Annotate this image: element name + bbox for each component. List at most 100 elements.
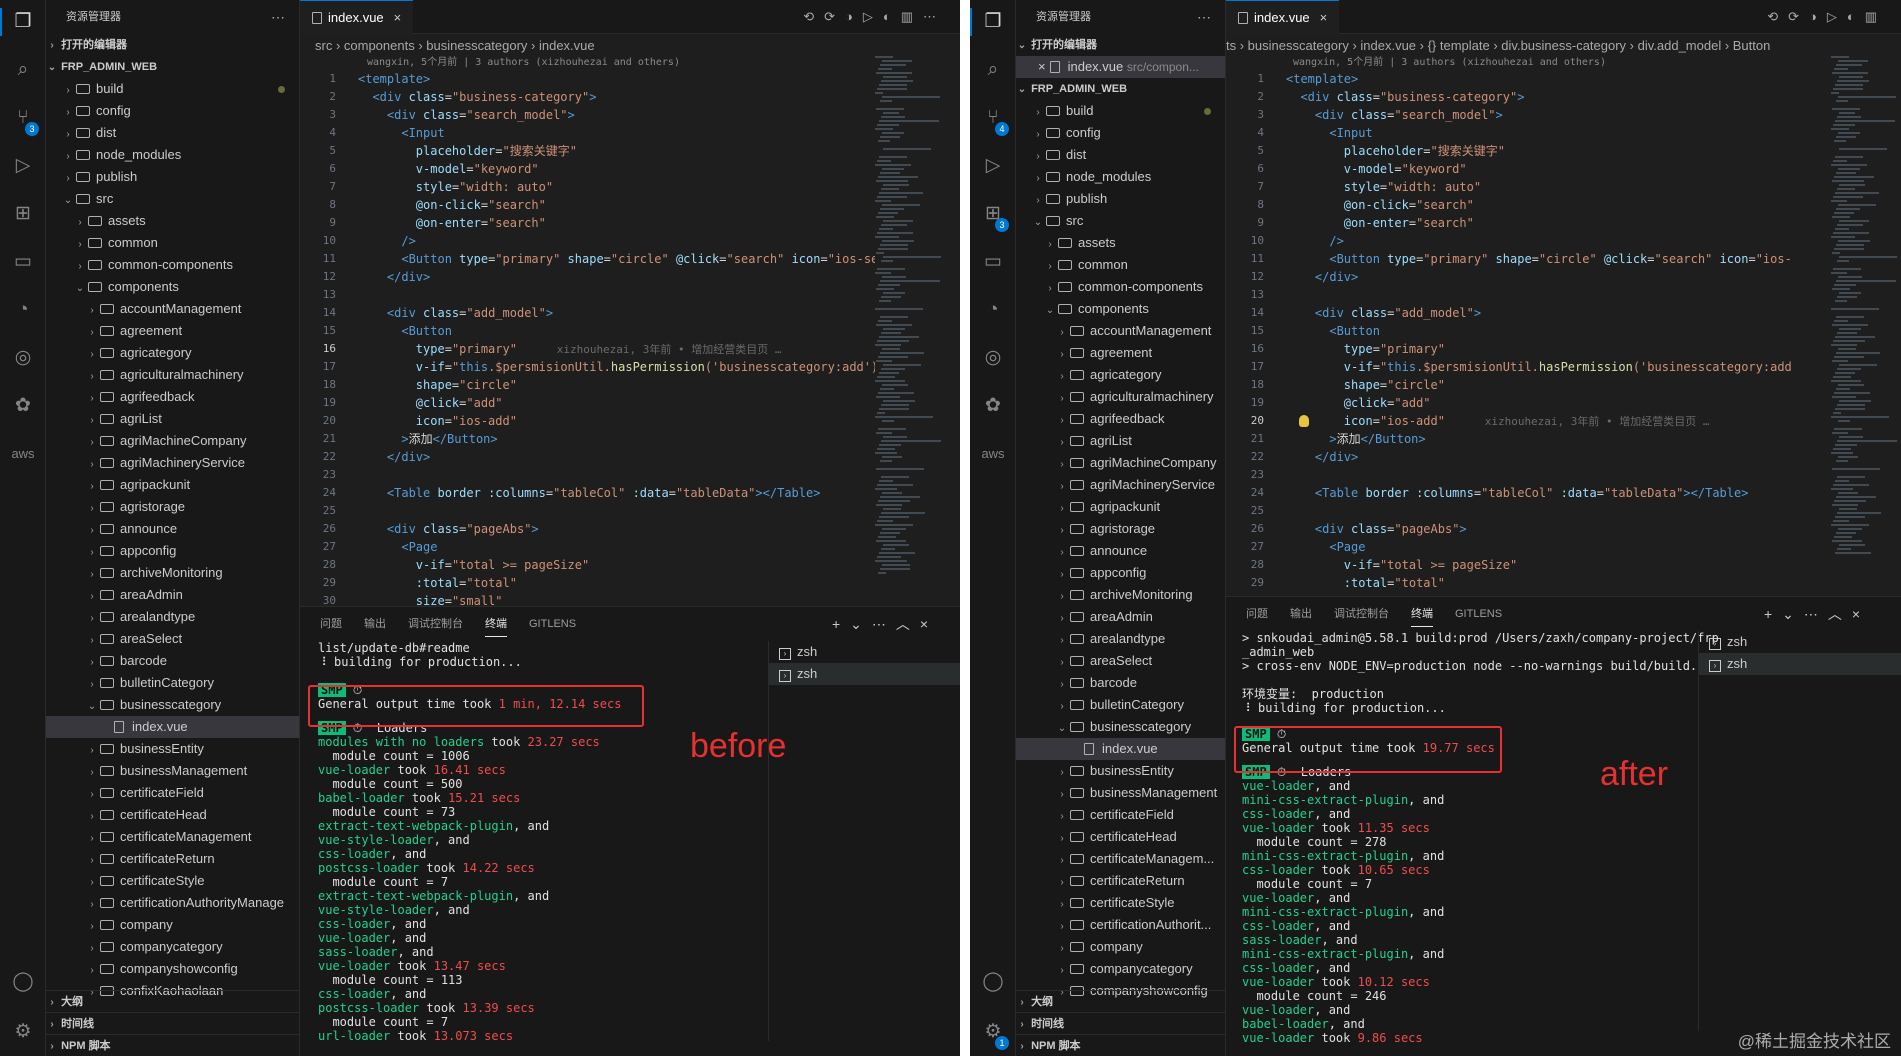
tree-item[interactable]: › dist [1016, 144, 1225, 166]
npm-scripts-section[interactable]: › NPM 脚本 [1016, 1034, 1225, 1056]
tree-item[interactable]: › agreement [46, 320, 299, 342]
code-line[interactable]: <Button type="primary" shape="circle" @c… [1286, 250, 1791, 268]
tree-item[interactable]: › businessManagement [46, 760, 299, 782]
code-line[interactable]: shape="circle" [1286, 376, 1445, 394]
tree-item[interactable]: › dist [46, 122, 299, 144]
code-line[interactable]: size="small" [358, 592, 503, 605]
tree-item[interactable]: › agricategory [46, 342, 299, 364]
code-line[interactable]: v-if="total >= pageSize" [1286, 556, 1517, 574]
panel-tab[interactable]: 调试控制台 [408, 618, 463, 630]
tree-item[interactable]: › agriculturalmachinery [46, 364, 299, 386]
tree-item[interactable]: › certificateStyle [1016, 892, 1225, 914]
tree-item[interactable]: › bulletinCategory [1016, 694, 1225, 716]
docker-icon[interactable]: ✿ [981, 394, 1005, 418]
close-icon[interactable]: × [394, 10, 402, 25]
tree-item[interactable]: › publish [1016, 188, 1225, 210]
code-line[interactable]: :total="total" [1286, 574, 1445, 590]
tree-item[interactable]: › agricategory [1016, 364, 1225, 386]
tree-item[interactable]: ⌄ businesscategory [46, 694, 299, 716]
panel-actions[interactable]: +⌄⋯︿× [832, 607, 938, 641]
aws-icon[interactable]: aws [981, 442, 1005, 466]
code-line[interactable]: <Page [1286, 538, 1365, 556]
tree-item[interactable]: › accountManagement [46, 298, 299, 320]
panel-tab[interactable]: 调试控制台 [1334, 608, 1389, 620]
tree-item[interactable]: › certificateField [1016, 804, 1225, 826]
project-section[interactable]: ⌄ FRP_ADMIN_WEB [1016, 78, 1225, 100]
files-icon[interactable]: ❐ [981, 10, 1005, 34]
tree-item[interactable]: › agriList [1016, 430, 1225, 452]
tree-item[interactable]: index.vue [46, 716, 299, 738]
tree-item[interactable]: › agristorage [1016, 518, 1225, 540]
npm-scripts-section[interactable]: › NPM 脚本 [46, 1034, 299, 1056]
tree-item[interactable]: › archiveMonitoring [1016, 584, 1225, 606]
tree-item[interactable]: › node_modules [46, 144, 299, 166]
code-line[interactable]: <div class="search_model"> [1286, 106, 1503, 124]
code-line[interactable]: icon="ios-add" xizhouhezai, 3年前 • 增加经营类目… [1286, 412, 1710, 430]
panel-tab[interactable]: GITLENS [529, 618, 576, 630]
code-line[interactable]: v-model="keyword" [358, 160, 539, 178]
tree-item[interactable]: › agrifeedback [1016, 408, 1225, 430]
tree-item[interactable]: › certificateReturn [46, 848, 299, 870]
tree-item[interactable]: › arealandtype [1016, 628, 1225, 650]
tree-item[interactable]: › companycategory [1016, 958, 1225, 980]
code-line[interactable]: <Input [358, 124, 444, 142]
extensions-icon[interactable]: ⊞ [11, 202, 35, 226]
tree-item[interactable]: › appconfig [46, 540, 299, 562]
tree-item[interactable]: › agreement [1016, 342, 1225, 364]
close-icon[interactable]: × [1038, 59, 1046, 74]
settings-gear-icon[interactable]: ⚙ [11, 1020, 35, 1044]
tree-item[interactable]: › agriculturalmachinery [1016, 386, 1225, 408]
tree-item[interactable]: › accountManagement [1016, 320, 1225, 342]
tree-item[interactable]: › barcode [1016, 672, 1225, 694]
code-line[interactable]: <Button type="primary" shape="circle" @c… [358, 250, 875, 268]
code-line[interactable]: v-model="keyword" [1286, 160, 1467, 178]
code-line[interactable]: </div> [358, 268, 430, 286]
code-line[interactable]: <div class="pageAbs"> [1286, 520, 1467, 538]
code-line[interactable]: :total="total" [358, 574, 517, 592]
tree-item[interactable]: › agriMachineryService [46, 452, 299, 474]
tree-item[interactable]: › barcode [46, 650, 299, 672]
tree-item[interactable]: › certificateManagem... [1016, 848, 1225, 870]
tree-item[interactable]: › agrifeedback [46, 386, 299, 408]
code-line[interactable]: @on-enter="search" [1286, 214, 1474, 232]
outline-section[interactable]: › 大纲 [1016, 990, 1225, 1012]
tree-item[interactable]: › arealandtype [46, 606, 299, 628]
code-line[interactable]: >添加</Button> [1286, 430, 1425, 448]
terminal-instance[interactable]: › zsh [769, 641, 960, 663]
tab-index-vue[interactable]: index.vue × [1226, 0, 1340, 34]
code-line[interactable]: <Button [358, 322, 452, 340]
docker-icon[interactable]: ✿ [11, 394, 35, 418]
inline-blame[interactable]: xizhouhezai, 3年前 • 增加经营类目页 … [1445, 415, 1710, 428]
code-line[interactable]: <template> [1286, 70, 1358, 88]
open-editors-section[interactable]: ⌄ 打开的编辑器 [1016, 34, 1225, 56]
aws-icon[interactable]: aws [11, 442, 35, 466]
terminal-instance[interactable]: › zsh [1699, 653, 1901, 675]
tree-item[interactable]: › config [1016, 122, 1225, 144]
code-line[interactable]: <div class="business-category"> [1286, 88, 1524, 106]
code-line[interactable]: /> [1286, 232, 1343, 250]
tree-item[interactable]: › common [46, 232, 299, 254]
git-graph-icon[interactable]: ◎ [981, 346, 1005, 370]
tree-item[interactable]: › build [46, 78, 299, 100]
code-line[interactable]: <Button [1286, 322, 1380, 340]
breadcrumb[interactable]: src › components › businesscategory › in… [315, 36, 875, 56]
tree-item[interactable]: › company [1016, 936, 1225, 958]
tree-item[interactable]: › archiveMonitoring [46, 562, 299, 584]
terminal-instance[interactable]: › zsh [769, 663, 960, 685]
code-editor[interactable]: 1 <template> 2 <div class="business-catego… [300, 70, 875, 605]
tree-item[interactable]: › certificationAuthorityManage [46, 892, 299, 914]
tree-item[interactable]: ⌄ components [46, 276, 299, 298]
terminal-instance[interactable]: › zsh [1699, 631, 1901, 653]
code-line[interactable]: type="primary" [1286, 340, 1445, 358]
tree-item[interactable]: ⌄ src [1016, 210, 1225, 232]
tree-item[interactable]: › certificateHead [46, 804, 299, 826]
tree-item[interactable]: › build [1016, 100, 1225, 122]
code-line[interactable]: type="primary" xizhouhezai, 3年前 • 增加经营类目… [358, 340, 782, 358]
more-actions-icon[interactable]: ⋯ [1197, 0, 1211, 34]
tree-item[interactable]: › announce [46, 518, 299, 540]
tree-item[interactable]: › agriList [46, 408, 299, 430]
code-line[interactable]: icon="ios-add" [358, 412, 517, 430]
code-editor[interactable]: 1 <template> 2 <div class="business-catego… [1226, 70, 1791, 590]
editor-actions[interactable]: ⟲⟳◑▷◐▥⋯ [803, 0, 946, 34]
tree-item[interactable]: › companyshowconfig [46, 958, 299, 980]
